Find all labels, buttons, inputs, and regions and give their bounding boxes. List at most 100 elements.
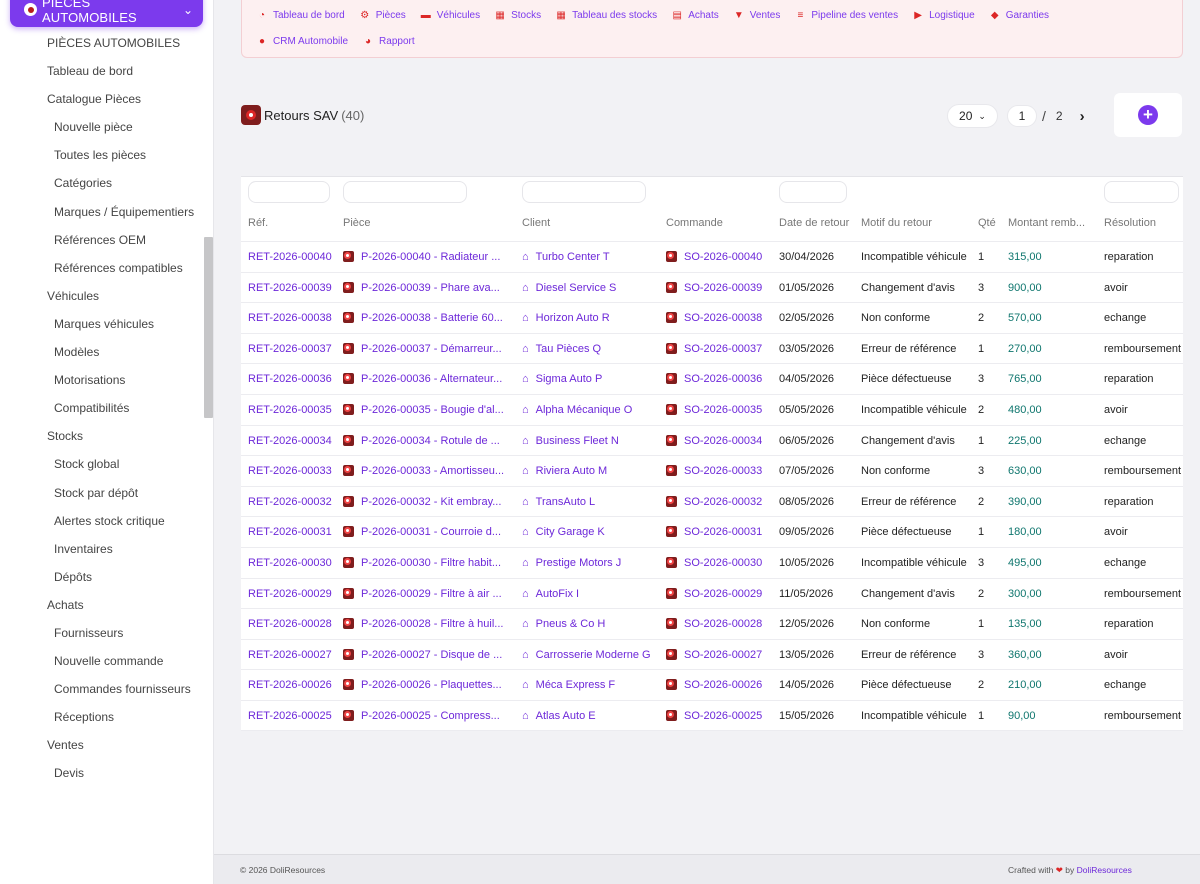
filter-input[interactable] (343, 181, 467, 203)
sidebar-item[interactable]: Marques véhicules (0, 310, 214, 338)
cell-piece[interactable]: P-2026-00034 - Rotule de ... (343, 434, 508, 447)
cell-commande[interactable]: SO-2026-00031 (666, 526, 772, 538)
column-header[interactable]: Réf. (248, 217, 340, 229)
cell-ref[interactable]: RET-2026-00028 (248, 618, 336, 630)
cell-piece[interactable]: P-2026-00028 - Filtre à huil... (343, 618, 508, 630)
filter-input[interactable] (779, 181, 847, 203)
cell-client[interactable]: ⌂ City Garage K (522, 526, 654, 538)
table-row[interactable]: RET-2026-00035 P-2026-00035 - Bougie d'al… (241, 393, 1183, 425)
cell-piece[interactable]: P-2026-00035 - Bougie d'al... (343, 403, 508, 416)
column-header[interactable]: Qté (978, 217, 1002, 229)
cell-piece[interactable]: P-2026-00025 - Compress... (343, 709, 508, 722)
cell-commande[interactable]: SO-2026-00036 (666, 373, 772, 385)
sidebar-item[interactable]: Réceptions (0, 703, 214, 731)
column-header[interactable]: Motif du retour (861, 217, 977, 229)
sidebar-item[interactable]: Marques / Équipementiers (0, 198, 214, 226)
cell-client[interactable]: ⌂ Horizon Auto R (522, 312, 654, 324)
table-row[interactable]: RET-2026-00036 P-2026-00036 - Alternateur… (241, 363, 1183, 394)
table-row[interactable]: RET-2026-00025 P-2026-00025 - Compress...… (241, 699, 1183, 731)
module-selector-button[interactable]: PIÈCES AUTOMOBILES ⌄ (10, 0, 203, 27)
sidebar-item[interactable]: Références OEM (0, 226, 214, 254)
per-page-select[interactable]: 20 ⌄ (947, 104, 998, 128)
table-row[interactable]: RET-2026-00038 P-2026-00038 - Batterie 60… (241, 302, 1183, 333)
sidebar-item[interactable]: Modèles (0, 338, 214, 366)
cell-ref[interactable]: RET-2026-00027 (248, 649, 336, 661)
cell-ref[interactable]: RET-2026-00025 (248, 710, 336, 722)
sidebar-item[interactable]: Achats (0, 591, 214, 619)
filter-input[interactable] (248, 181, 330, 203)
table-row[interactable]: RET-2026-00037 P-2026-00037 - Démarreur..… (241, 332, 1183, 364)
nav-item[interactable]: ▬ Véhicules (421, 8, 480, 22)
sidebar-item[interactable]: Compatibilités (0, 394, 214, 422)
page-number-input[interactable]: 1 (1007, 105, 1037, 127)
cell-commande[interactable]: SO-2026-00040 (666, 251, 772, 263)
sidebar-item[interactable]: Catalogue Pièces (0, 85, 214, 113)
footer-brand-link[interactable]: DoliResources (1077, 865, 1132, 875)
column-header[interactable]: Montant remb... (1008, 217, 1092, 229)
cell-commande[interactable]: SO-2026-00030 (666, 556, 772, 569)
sidebar-item[interactable]: Fournisseurs (0, 619, 214, 647)
column-header[interactable]: Résolution (1104, 217, 1188, 229)
cell-commande[interactable]: SO-2026-00028 (666, 618, 772, 630)
add-return-button[interactable]: + (1114, 93, 1182, 137)
cell-client[interactable]: ⌂ Riviera Auto M (522, 465, 654, 477)
table-row[interactable]: RET-2026-00028 P-2026-00028 - Filtre à hu… (241, 608, 1183, 639)
cell-client[interactable]: ⌂ Tau Pièces Q (522, 343, 654, 355)
sidebar-item[interactable]: Nouvelle pièce (0, 113, 214, 141)
cell-piece[interactable]: P-2026-00026 - Plaquettes... (343, 679, 508, 691)
table-row[interactable]: RET-2026-00034 P-2026-00034 - Rotule de .… (241, 424, 1183, 456)
nav-item[interactable]: ▤ Achats (672, 8, 718, 22)
cell-client[interactable]: ⌂ Business Fleet N (522, 435, 654, 447)
nav-item[interactable]: ⚙ Pièces (360, 8, 406, 22)
cell-client[interactable]: ⌂ AutoFix I (522, 588, 654, 600)
column-header[interactable]: Commande (666, 217, 776, 229)
table-row[interactable]: RET-2026-00030 P-2026-00030 - Filtre habi… (241, 546, 1183, 578)
sidebar-item[interactable]: Tableau de bord (0, 57, 214, 85)
nav-item[interactable]: ◔ Tableau de bord (257, 8, 345, 22)
cell-commande[interactable]: SO-2026-00039 (666, 281, 772, 294)
cell-client[interactable]: ⌂ Méca Express F (522, 679, 654, 691)
cell-client[interactable]: ⌂ Alpha Mécanique O (522, 404, 654, 416)
table-row[interactable]: RET-2026-00033 P-2026-00033 - Amortisseu.… (241, 455, 1183, 486)
nav-item[interactable]: ≡ Pipeline des ventes (795, 8, 898, 22)
cell-piece[interactable]: P-2026-00040 - Radiateur ... (343, 251, 508, 263)
table-row[interactable]: RET-2026-00039 P-2026-00039 - Phare ava..… (241, 271, 1183, 303)
filter-input[interactable] (1104, 181, 1179, 203)
cell-commande[interactable]: SO-2026-00037 (666, 342, 772, 355)
cell-ref[interactable]: RET-2026-00031 (248, 526, 336, 538)
cell-ref[interactable]: RET-2026-00036 (248, 373, 336, 385)
sidebar-item[interactable]: Ventes (0, 731, 214, 759)
column-header[interactable]: Date de retour (779, 217, 861, 229)
sidebar-item[interactable]: Stocks (0, 422, 214, 450)
table-row[interactable]: RET-2026-00031 P-2026-00031 - Courroie d.… (241, 516, 1183, 547)
sidebar-item[interactable]: Catégories (0, 169, 214, 197)
cell-commande[interactable]: SO-2026-00026 (666, 679, 772, 691)
cell-client[interactable]: ⌂ Diesel Service S (522, 282, 654, 294)
cell-piece[interactable]: P-2026-00030 - Filtre habit... (343, 556, 508, 569)
cell-commande[interactable]: SO-2026-00032 (666, 495, 772, 508)
nav-item[interactable]: ▶ Logistique (913, 8, 974, 22)
sidebar-item[interactable]: Toutes les pièces (0, 141, 214, 169)
cell-client[interactable]: ⌂ Atlas Auto E (522, 710, 654, 722)
sidebar-item[interactable]: Références compatibles (0, 254, 214, 282)
table-row[interactable]: RET-2026-00032 P-2026-00032 - Kit embray.… (241, 485, 1183, 517)
table-row[interactable]: RET-2026-00027 P-2026-00027 - Disque de .… (241, 638, 1183, 670)
table-row[interactable]: RET-2026-00026 P-2026-00026 - Plaquettes.… (241, 669, 1183, 700)
nav-item[interactable]: ● CRM Automobile (257, 34, 348, 48)
cell-ref[interactable]: RET-2026-00030 (248, 557, 336, 569)
sidebar-item[interactable]: Motorisations (0, 366, 214, 394)
cell-ref[interactable]: RET-2026-00029 (248, 588, 336, 600)
cell-ref[interactable]: RET-2026-00040 (248, 251, 336, 263)
cell-client[interactable]: ⌂ Pneus & Co H (522, 618, 654, 630)
nav-item[interactable]: ▦ Tableau des stocks (556, 8, 657, 22)
cell-commande[interactable]: SO-2026-00033 (666, 465, 772, 477)
next-page-icon[interactable]: › (1080, 108, 1085, 125)
cell-client[interactable]: ⌂ Sigma Auto P (522, 373, 654, 385)
sidebar-item[interactable]: Inventaires (0, 535, 214, 563)
nav-item[interactable]: ▦ Stocks (495, 8, 541, 22)
cell-ref[interactable]: RET-2026-00034 (248, 435, 336, 447)
chevron-down-icon[interactable]: ⌄ (183, 3, 193, 17)
cell-piece[interactable]: P-2026-00031 - Courroie d... (343, 526, 508, 538)
nav-item[interactable]: ▼ Ventes (734, 8, 781, 22)
cell-piece[interactable]: P-2026-00029 - Filtre à air ... (343, 587, 508, 600)
